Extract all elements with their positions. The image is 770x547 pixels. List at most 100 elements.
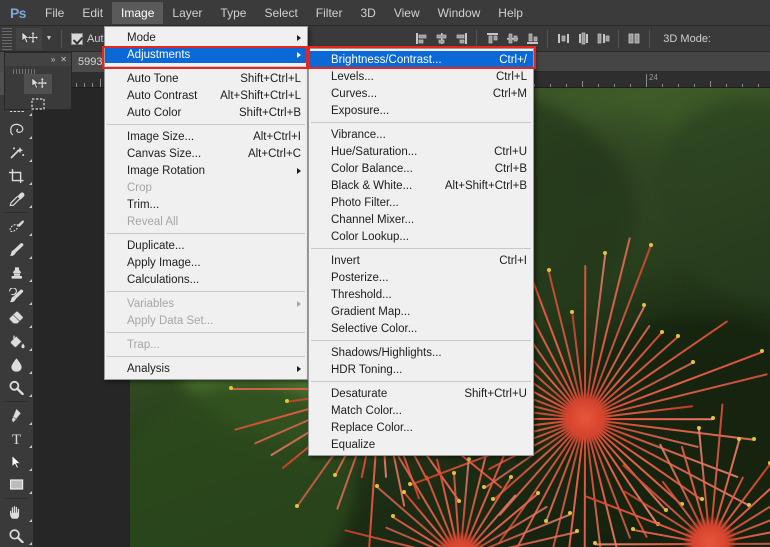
flower-core xyxy=(434,532,486,547)
image-menu-item-analysis[interactable]: Analysis xyxy=(105,360,307,377)
menubar-item-select[interactable]: Select xyxy=(255,2,306,24)
magic-wand-tool[interactable] xyxy=(0,141,34,164)
image-menu-item-auto-color[interactable]: Auto Color Shift+Ctrl+B xyxy=(105,104,307,121)
adjustments-menu-item-curves[interactable]: Curves... Ctrl+M xyxy=(309,85,533,102)
menu-item-label: Posterize... xyxy=(331,272,527,284)
adjustments-menu-item-hdr-toning[interactable]: HDR Toning... xyxy=(309,361,533,378)
menubar-item-3d[interactable]: 3D xyxy=(351,2,384,24)
adjustments-menu-item-threshold[interactable]: Threshold... xyxy=(309,286,533,303)
image-menu-item-apply-image[interactable]: Apply Image... xyxy=(105,254,307,271)
menu-item-label: Match Color... xyxy=(331,405,527,417)
image-menu-item-canvas-size[interactable]: Canvas Size... Alt+Ctrl+C xyxy=(105,145,307,162)
menu-item-label: Image Size... xyxy=(127,131,239,143)
image-menu-item-trim[interactable]: Trim... xyxy=(105,196,307,213)
options-bar-grip[interactable] xyxy=(2,28,12,50)
floating-panel-header[interactable]: » ✕ xyxy=(5,53,71,66)
adjustments-menu-item-selective-color[interactable]: Selective Color... xyxy=(309,320,533,337)
menubar-item-window[interactable]: Window xyxy=(429,2,490,24)
distribute-bottom-edges-icon[interactable] xyxy=(593,28,613,50)
paint-bucket-tool[interactable] xyxy=(0,330,34,353)
adjustments-menu-item-match-color[interactable]: Match Color... xyxy=(309,402,533,419)
eraser-tool[interactable] xyxy=(0,307,34,330)
adjustments-menu-item-channel-mixer[interactable]: Channel Mixer... xyxy=(309,211,533,228)
align-left-edges-icon[interactable] xyxy=(411,28,431,50)
align-right-edges-icon[interactable] xyxy=(451,28,471,50)
tool-more-triangle-icon xyxy=(29,519,32,522)
adjustments-menu-item-levels[interactable]: Levels... Ctrl+L xyxy=(309,68,533,85)
adjustments-menu-item-hue-saturation[interactable]: Hue/Saturation... Ctrl+U xyxy=(309,143,533,160)
adjustments-menu-item-brightness-contrast[interactable]: Brightness/Contrast... Ctrl+/ xyxy=(309,51,533,68)
adjustments-menu-item-black-white[interactable]: Black & White... Alt+Shift+Ctrl+B xyxy=(309,177,533,194)
menubar-item-layer[interactable]: Layer xyxy=(163,2,211,24)
image-menu-item-image-size[interactable]: Image Size... Alt+Ctrl+I xyxy=(105,128,307,145)
image-menu-item-auto-tone[interactable]: Auto Tone Shift+Ctrl+L xyxy=(105,70,307,87)
menubar-item-edit[interactable]: Edit xyxy=(73,2,112,24)
menubar-item-file[interactable]: File xyxy=(36,2,73,24)
image-menu-item-apply-data-set: Apply Data Set... xyxy=(105,312,307,329)
adjustments-menu-item-equalize[interactable]: Equalize xyxy=(309,436,533,453)
floating-tool-panel[interactable]: » ✕ xyxy=(4,52,72,110)
crop-tool[interactable] xyxy=(0,164,34,187)
menu-item-label: Invert xyxy=(331,255,485,267)
close-icon[interactable]: ✕ xyxy=(60,55,67,64)
history-brush-tool[interactable] xyxy=(0,284,34,307)
distribute-left-edges-icon[interactable] xyxy=(624,28,644,50)
path-selection-tool[interactable] xyxy=(0,450,34,473)
menu-separator xyxy=(107,233,305,234)
spot-healing-brush-tool[interactable] xyxy=(0,215,34,238)
menu-item-label: Brightness/Contrast... xyxy=(331,54,485,66)
menubar-item-view[interactable]: View xyxy=(385,2,429,24)
tool-preset-chevron-down-icon[interactable]: ▼ xyxy=(42,28,56,50)
zoom-tool[interactable] xyxy=(0,524,34,547)
adjustments-menu-item-color-balance[interactable]: Color Balance... Ctrl+B xyxy=(309,160,533,177)
distribute-vertical-centers-icon[interactable] xyxy=(573,28,593,50)
lasso-tool[interactable] xyxy=(0,118,34,141)
menu-separator xyxy=(107,66,305,67)
image-menu-item-duplicate[interactable]: Duplicate... xyxy=(105,237,307,254)
image-menu-item-adjustments[interactable]: Adjustments xyxy=(105,46,307,63)
menu-item-label: Adjustments xyxy=(127,49,301,61)
pen-tool[interactable] xyxy=(0,404,34,427)
distribute-top-edges-icon[interactable] xyxy=(553,28,573,50)
adjustments-menu-item-desaturate[interactable]: Desaturate Shift+Ctrl+U xyxy=(309,385,533,402)
menubar-item-filter[interactable]: Filter xyxy=(307,2,352,24)
adjustments-menu-item-invert[interactable]: Invert Ctrl+I xyxy=(309,252,533,269)
image-menu-item-calculations[interactable]: Calculations... xyxy=(105,271,307,288)
image-menu-item-auto-contrast[interactable]: Auto Contrast Alt+Shift+Ctrl+L xyxy=(105,87,307,104)
dodge-tool[interactable] xyxy=(0,376,34,399)
image-menu-item-mode[interactable]: Mode xyxy=(105,29,307,46)
menu-item-label: Analysis xyxy=(127,363,301,375)
adjustments-menu-item-color-lookup[interactable]: Color Lookup... xyxy=(309,228,533,245)
brush-tool[interactable] xyxy=(0,238,34,261)
adjustments-submenu[interactable]: Brightness/Contrast... Ctrl+/ Levels... Ctr… xyxy=(308,48,534,456)
collapse-arrows-icon[interactable]: » xyxy=(51,55,55,64)
menubar-item-help[interactable]: Help xyxy=(489,2,532,24)
adjustments-menu-item-posterize[interactable]: Posterize... xyxy=(309,269,533,286)
checkbox-box[interactable] xyxy=(71,33,83,45)
align-top-edges-icon[interactable] xyxy=(482,28,502,50)
move-tool[interactable] xyxy=(24,74,52,94)
menubar-item-type[interactable]: Type xyxy=(211,2,255,24)
image-dropdown-menu[interactable]: Mode Adjustments Auto Tone Shift+Ctrl+L Auto… xyxy=(104,26,308,380)
adjustments-menu-item-shadows-highlights[interactable]: Shadows/Highlights... xyxy=(309,344,533,361)
adjustments-menu-item-gradient-map[interactable]: Gradient Map... xyxy=(309,303,533,320)
adjustments-menu-item-exposure[interactable]: Exposure... xyxy=(309,102,533,119)
clone-stamp-tool[interactable] xyxy=(0,261,34,284)
move-tool-icon[interactable] xyxy=(16,28,42,50)
hand-tool[interactable] xyxy=(0,501,34,524)
flower-anther xyxy=(285,399,289,403)
ruler-tick xyxy=(550,84,551,87)
horizontal-type-tool[interactable]: T xyxy=(0,427,34,450)
adjustments-menu-item-vibrance[interactable]: Vibrance... xyxy=(309,126,533,143)
adjustments-menu-item-replace-color[interactable]: Replace Color... xyxy=(309,419,533,436)
menubar-item-image[interactable]: Image xyxy=(112,2,163,24)
image-menu-item-image-rotation[interactable]: Image Rotation xyxy=(105,162,307,179)
rectangle-tool[interactable] xyxy=(0,473,34,496)
align-vertical-centers-icon[interactable] xyxy=(502,28,522,50)
align-horizontal-centers-icon[interactable] xyxy=(431,28,451,50)
align-bottom-edges-icon[interactable] xyxy=(522,28,542,50)
eyedropper-tool[interactable] xyxy=(0,187,34,210)
blur-tool[interactable] xyxy=(0,353,34,376)
adjustments-menu-item-photo-filter[interactable]: Photo Filter... xyxy=(309,194,533,211)
rectangular-marquee-tool[interactable] xyxy=(24,94,52,114)
